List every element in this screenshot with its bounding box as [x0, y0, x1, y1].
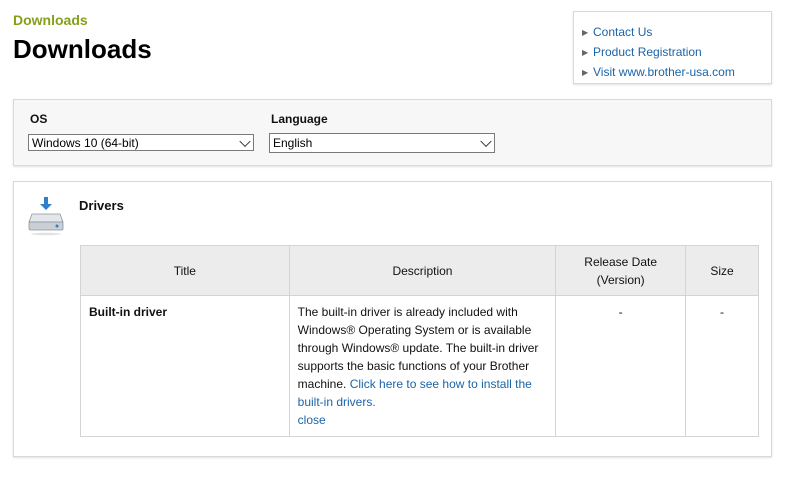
os-select-value: Windows 10 (64-bit): [32, 135, 139, 150]
chevron-down-icon: [480, 135, 492, 148]
language-select-value: English: [273, 136, 313, 150]
chevron-right-icon: ▶: [582, 67, 589, 77]
drivers-table: Title Description Release Date (Version)…: [80, 245, 759, 437]
drivers-panel: Drivers Title Description Release Date (…: [13, 181, 772, 457]
page-title: Downloads: [13, 34, 152, 64]
quick-links-box: ▶ Contact Us ▶ Product Registration ▶ Vi…: [573, 11, 772, 84]
version-label: (Version): [596, 272, 645, 287]
language-select[interactable]: English: [269, 133, 495, 153]
driver-title: Built-in driver: [80, 295, 290, 437]
visit-brother-usa-link[interactable]: ▶ Visit www.brother-usa.com: [582, 62, 771, 82]
product-registration-link[interactable]: ▶ Product Registration: [582, 42, 771, 62]
link-label[interactable]: Contact Us: [593, 25, 652, 39]
download-drive-icon: [28, 197, 64, 236]
language-label: Language: [271, 112, 328, 126]
os-select[interactable]: Windows 10 (64-bit): [28, 134, 254, 151]
chevron-right-icon: ▶: [582, 47, 589, 57]
column-header-size: Size: [685, 245, 759, 296]
column-header-description: Description: [288, 245, 557, 296]
chevron-down-icon: [239, 135, 251, 147]
close-link[interactable]: close: [298, 413, 326, 427]
release-date-label: Release Date: [584, 254, 658, 269]
table-row: Built-in driver The built-in driver is a…: [80, 295, 759, 437]
table-header-row: Title Description Release Date (Version)…: [80, 245, 759, 296]
filter-panel: OS Windows 10 (64-bit) Language English: [13, 99, 772, 166]
link-label[interactable]: Product Registration: [593, 45, 702, 59]
column-header-release-date: Release Date (Version): [555, 245, 687, 296]
breadcrumb[interactable]: Downloads: [13, 12, 88, 28]
column-header-title: Title: [80, 245, 290, 296]
link-label[interactable]: Visit www.brother-usa.com: [593, 65, 735, 79]
section-title-drivers: Drivers: [79, 198, 124, 213]
driver-size: -: [685, 295, 759, 437]
contact-us-link[interactable]: ▶ Contact Us: [582, 22, 771, 42]
driver-description-cell: The built-in driver is already included …: [288, 295, 557, 437]
os-label: OS: [30, 112, 48, 126]
chevron-right-icon: ▶: [582, 27, 589, 37]
driver-release-date: -: [555, 295, 687, 437]
